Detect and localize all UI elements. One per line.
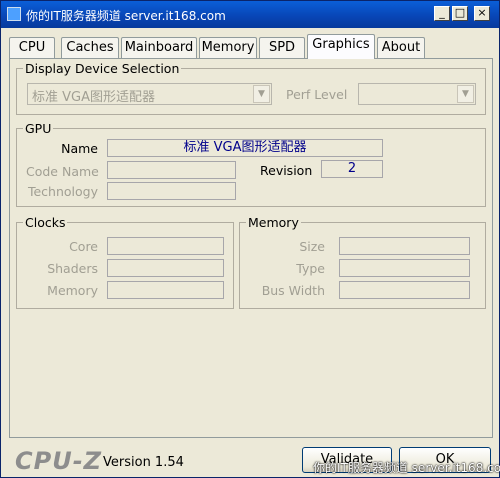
technology-label: Technology [27, 184, 98, 199]
perf-level-select[interactable]: ▼ [358, 83, 476, 105]
display-device-select[interactable]: 标准 VGA图形适配器 ▼ [27, 83, 272, 105]
memory-size-field [339, 237, 470, 255]
minimize-button[interactable]: _ [434, 6, 450, 21]
shaders-clock-field [107, 259, 224, 277]
bus-width-label: Bus Width [261, 283, 325, 298]
tab-mainboard[interactable]: Mainboard [121, 37, 197, 58]
gpu-name-label: Name [61, 141, 98, 156]
memory-legend: Memory [248, 215, 299, 230]
close-button[interactable]: × [474, 6, 490, 21]
code-name-field [107, 161, 236, 179]
display-device-value: 标准 VGA图形适配器 [32, 90, 155, 105]
revision-field: 2 [321, 160, 383, 178]
memory-clock-label: Memory [47, 283, 98, 298]
minimize-icon: _ [439, 6, 445, 19]
tab-memory[interactable]: Memory [199, 37, 257, 58]
core-clock-label: Core [69, 239, 98, 254]
bus-width-field [339, 281, 470, 299]
tab-graphics[interactable]: Graphics [307, 34, 375, 59]
display-device-legend: Display Device Selection [25, 61, 180, 76]
close-icon: × [477, 6, 487, 19]
cpuz-logo: CPU-Z [15, 447, 103, 475]
memory-size-label: Size [299, 239, 325, 254]
memory-type-field [339, 259, 470, 277]
tab-spd[interactable]: SPD [259, 37, 305, 58]
memory-clock-field [107, 281, 224, 299]
version-label: Version 1.54 [103, 455, 184, 470]
tab-cpu[interactable]: CPU [9, 37, 55, 58]
title-bar[interactable]: 你的IT服务器频道 server.it168.com _ □ × [1, 1, 499, 28]
tab-caches[interactable]: Caches [61, 37, 119, 58]
window-title: 你的IT服务器频道 server.it168.com [26, 9, 226, 23]
tab-about[interactable]: About [377, 37, 425, 58]
app-icon[interactable] [7, 7, 21, 21]
chevron-down-icon: ▼ [457, 85, 474, 103]
gpu-name-field: 标准 VGA图形适配器 [107, 139, 383, 157]
maximize-button[interactable]: □ [452, 6, 468, 21]
chevron-down-icon: ▼ [253, 85, 270, 103]
technology-field [107, 182, 236, 200]
gpu-legend: GPU [25, 121, 52, 136]
graphics-tab-page: Display Device Selection 标准 VGA图形适配器 ▼ P… [9, 58, 493, 438]
memory-type-label: Type [296, 261, 325, 276]
shaders-clock-label: Shaders [47, 261, 98, 276]
code-name-label: Code Name [26, 164, 99, 179]
clocks-legend: Clocks [25, 215, 66, 230]
core-clock-field [107, 237, 224, 255]
watermark-text: 你的IT服务器频道 server.it168.com [313, 461, 500, 475]
cpuz-window: 你的IT服务器频道 server.it168.com _ □ × CPU Cac… [0, 0, 500, 478]
revision-label: Revision [260, 163, 313, 178]
maximize-icon: □ [454, 6, 466, 19]
perf-level-label: Perf Level [286, 87, 348, 102]
